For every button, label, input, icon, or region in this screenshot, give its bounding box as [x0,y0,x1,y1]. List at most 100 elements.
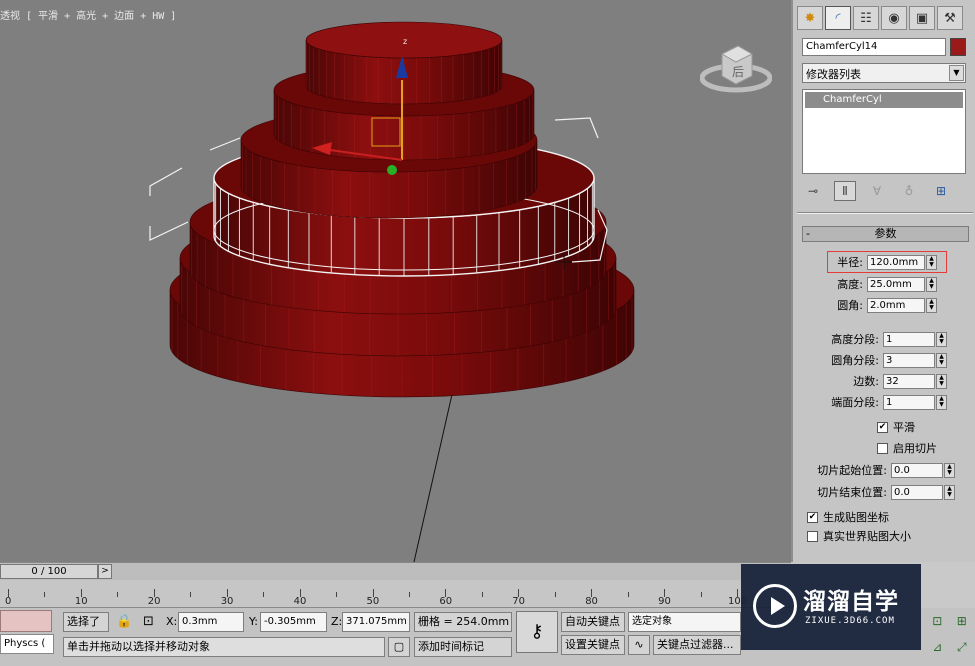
next-frame-button[interactable]: > [98,564,112,579]
viewport-scene[interactable]: z [0,0,791,562]
height-spinner[interactable]: ▲ ▼ [926,276,937,292]
timeline-tick [336,592,338,597]
radius-input[interactable]: 120.0mm [867,254,925,270]
motion-icon[interactable]: ◉ [881,6,907,30]
smooth-checkbox[interactable]: ✔ [877,421,888,433]
show-end-result-icon[interactable]: Ⅱ [834,181,856,201]
set-key-button[interactable]: 设置关键点 [561,635,625,655]
real-world-option[interactable]: 真实世界贴图大小 [807,527,911,545]
gen-map-label: 生成贴图坐标 [823,511,889,524]
fillet-label: 圆角: [837,299,863,312]
height-label: 高度: [837,278,863,291]
param-sides: 边数: 32 ▲ ▼ [809,372,947,390]
cap-segs-input[interactable]: 1 [883,394,935,410]
height-segs-input[interactable]: 1 [883,331,935,347]
rollout-separator [797,212,973,214]
hierarchy-icon[interactable]: ☷ [853,6,879,30]
remove-modifier-icon[interactable]: ♁ [898,181,920,201]
gen-map-option[interactable]: ✔ 生成贴图坐标 [807,508,889,526]
field-of-view-icon[interactable]: ⊿ [926,640,949,665]
parameters-rollout-header[interactable]: - 参数 [802,226,969,242]
slice-on-checkbox[interactable] [877,442,888,454]
perspective-viewport[interactable]: z 透视 [ 平滑 + 高光 + 边面 + HW ] 后 [0,0,791,562]
configure-sets-icon[interactable]: ⊞ [930,181,952,201]
y-coordinate-field[interactable]: -0.305mm [260,612,327,632]
selection-set-dropdown[interactable]: 选定对象 [628,612,741,632]
slice-on-option[interactable]: 启用切片 [877,439,937,457]
viewcube[interactable]: 后 [699,38,773,94]
radius-spinner[interactable]: ▲ ▼ [926,254,937,270]
slice-to-spinner[interactable]: ▲ ▼ [944,484,955,500]
maxscript-mini-field[interactable]: Physcs ( [0,634,54,654]
watermark-title: 溜溜自学 [803,589,899,615]
modify-icon[interactable]: ◜ [825,6,851,30]
time-tag-icon[interactable]: ▢ [388,637,410,657]
timeline-tick [408,592,410,597]
selection-count: 选择了 [63,612,109,632]
sides-spinner[interactable]: ▲ ▼ [936,373,947,389]
z-coordinate-field[interactable]: 371.075mm [342,612,410,632]
absolute-mode-icon[interactable]: ⊡ [143,612,154,632]
reference-line [413,389,454,562]
make-unique-icon[interactable]: ∀ [866,181,888,201]
x-coordinate-field[interactable]: 0.3mm [178,612,244,632]
timeline-tick [190,592,192,597]
maximize-viewport-icon[interactable]: ⤢ [951,640,974,665]
time-slider-thumb[interactable]: 0 / 100 [0,564,98,579]
pin-stack-icon[interactable]: ⊸ [802,181,824,201]
timeline-tick-label: 10 [74,596,88,607]
gen-map-checkbox[interactable]: ✔ [807,511,818,523]
fillet-segs-spinner[interactable]: ▲ ▼ [936,352,947,368]
fillet-spinner[interactable]: ▲ ▼ [926,297,937,313]
stack-item-chamfercyl[interactable]: ChamferCyl [805,92,963,108]
fillet-input[interactable]: 2.0mm [867,297,925,313]
timeline-tick-label: 30 [220,596,234,607]
fillet-segs-input[interactable]: 3 [883,352,935,368]
sides-input[interactable]: 32 [883,373,935,389]
key-mode-icon[interactable]: ∿ [628,635,650,655]
timeline-tick [627,592,629,597]
param-slice-to: 切片结束位置: 0.0 ▲ ▼ [807,483,955,501]
timeline-tick-label: 60 [439,596,453,607]
timeline-tick [117,592,119,597]
timeline-tick-label: 90 [658,596,671,607]
slice-from-spinner[interactable]: ▲ ▼ [944,462,955,478]
radius-label: 半径: [837,256,863,269]
smooth-label: 平滑 [893,421,915,434]
real-world-checkbox[interactable] [807,530,818,542]
watermark-url: ZIXUE.3D66.COM [805,616,895,626]
lock-icon[interactable]: 🔒 [116,612,132,632]
key-filters-button[interactable]: 关键点过滤器... [653,635,741,655]
modifier-stack[interactable]: ChamferCyl [802,89,966,174]
zoom-all-icon[interactable]: ⊞ [951,614,974,638]
slice-from-input[interactable]: 0.0 [891,462,943,478]
modifier-list-label: 修改器列表 [806,68,861,81]
track-bar[interactable]: 0 10 20 30 40 50 60 70 80 90 100 [0,580,791,608]
slice-to-input[interactable]: 0.0 [891,484,943,500]
auto-key-button[interactable]: 自动关键点 [561,612,625,632]
create-icon[interactable]: ✸ [797,6,823,30]
timeline-tick [700,592,702,597]
height-segs-spinner[interactable]: ▲ ▼ [936,331,947,347]
zoom-extents-icon[interactable]: ⊡ [926,614,949,638]
object-name-field[interactable]: ChamferCyl14 [802,38,946,56]
param-fillet: 圆角: 2.0mm ▲ ▼ [827,296,937,314]
smooth-option[interactable]: ✔ 平滑 [877,418,915,436]
utilities-icon[interactable]: ⚒ [937,6,963,30]
timeline-tick-label: 20 [147,596,161,607]
add-time-tag-button[interactable]: 添加时间标记 [414,637,512,657]
maxscript-listener-mini[interactable] [0,610,52,632]
object-color-swatch[interactable] [950,38,966,56]
sides-label: 边数: [853,375,879,388]
viewport-label[interactable]: 透视 [ 平滑 + 高光 + 边面 + HW ] [0,7,176,22]
rollout-toggle: - [806,227,810,240]
modifier-list-dropdown[interactable]: 修改器列表 ▼ [802,63,966,83]
cap-segs-spinner[interactable]: ▲ ▼ [936,394,947,410]
set-key-icon[interactable]: ⚷ [516,611,558,653]
param-height-segs: 高度分段: 1 ▲ ▼ [809,330,947,348]
height-input[interactable]: 25.0mm [867,276,925,292]
display-icon[interactable]: ▣ [909,6,935,30]
timeline-tick [263,592,265,597]
panel-tabs: ✸ ◜ ☷ ◉ ▣ ⚒ [797,6,963,30]
time-slider[interactable]: 0 / 100 > [0,562,791,580]
